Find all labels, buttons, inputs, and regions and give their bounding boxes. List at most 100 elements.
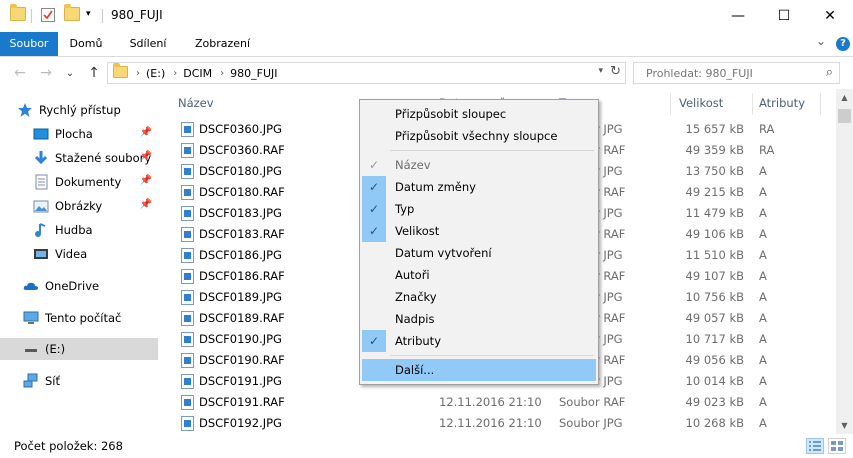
minimize-button[interactable]: — (715, 0, 761, 32)
properties-icon[interactable] (40, 7, 56, 23)
sidebar-item-label: Síť (45, 374, 61, 388)
file-size: 49 057 kB (685, 311, 744, 325)
file-size: 10 014 kB (685, 374, 744, 388)
file-attributes: A (759, 332, 767, 346)
menu-item-label: Přizpůsobit všechny sloupce (395, 129, 558, 143)
tab-file[interactable]: Soubor (0, 32, 58, 56)
file-attributes: A (759, 311, 767, 325)
pin-icon[interactable]: 📌 (140, 199, 152, 210)
sidebar-item-this-pc[interactable]: Tento počítač (0, 307, 158, 329)
address-bar[interactable]: › (E:) › DCIM › 980_FUJI ▾ ↻ (107, 62, 626, 84)
document-icon (33, 174, 49, 190)
search-icon[interactable]: ⌕ (826, 65, 833, 80)
address-dropdown-icon[interactable]: ▾ (598, 66, 603, 76)
column-header-size[interactable]: Velikost (679, 89, 723, 117)
checkmark-icon: ✓ (362, 176, 386, 198)
details-view-button[interactable] (806, 438, 824, 454)
menu-item-label: Další... (395, 363, 435, 377)
search-box[interactable]: ⌕ (633, 62, 840, 84)
download-icon (33, 150, 49, 166)
new-folder-icon[interactable] (64, 4, 80, 21)
column-divider[interactable] (670, 93, 671, 115)
menu-item[interactable]: Přizpůsobit všechny sloupce (362, 125, 596, 147)
back-button[interactable]: ← (10, 63, 30, 83)
navigation-pane: Rychlý přístup Plocha 📌 Stažené soubory … (0, 89, 160, 434)
search-input[interactable] (634, 63, 814, 83)
file-size: 49 107 kB (685, 269, 744, 283)
refresh-icon[interactable]: ↻ (610, 64, 621, 79)
up-button[interactable]: ↑ (84, 63, 104, 83)
sidebar-item-label: Obrázky (55, 199, 103, 213)
pin-icon[interactable]: 📌 (140, 151, 152, 162)
column-divider[interactable] (820, 93, 821, 115)
sidebar-item-onedrive[interactable]: OneDrive (0, 275, 158, 297)
column-header-name[interactable]: Název (178, 89, 214, 117)
sidebar-item-desktop[interactable]: Plocha 📌 (0, 123, 158, 145)
breadcrumb-current[interactable]: 980_FUJI (230, 67, 277, 80)
menu-item[interactable]: ✓ Typ (362, 198, 596, 220)
close-button[interactable]: ✕ (807, 0, 853, 32)
menu-item[interactable]: Další... (362, 359, 596, 381)
forward-button[interactable]: → (36, 63, 56, 83)
file-name: DSCF0192.JPG (199, 416, 282, 430)
file-attributes: A (759, 248, 767, 262)
menu-item[interactable]: Autoři (362, 264, 596, 286)
sidebar-item-drive-e[interactable]: (E:) (0, 338, 158, 360)
expand-ribbon-icon[interactable]: ⌄ (816, 34, 826, 48)
column-header-attributes[interactable]: Atributy (759, 89, 805, 117)
scroll-down-arrow[interactable]: ▼ (836, 417, 853, 434)
menu-item[interactable]: ✓ Datum změny (362, 176, 596, 198)
menu-item-label: Atributy (395, 334, 441, 348)
file-size: 49 023 kB (685, 395, 744, 409)
breadcrumb-dcim[interactable]: DCIM (183, 67, 212, 80)
scroll-thumb[interactable] (838, 109, 851, 123)
sidebar-item-documents[interactable]: Dokumenty 📌 (0, 171, 158, 193)
menu-item-label: Autoři (395, 268, 430, 282)
pictures-icon (33, 198, 49, 214)
breadcrumb-separator[interactable]: › (220, 68, 224, 79)
menu-item[interactable]: Značky (362, 286, 596, 308)
music-icon (33, 222, 49, 238)
file-attributes: RA (759, 143, 775, 157)
maximize-button[interactable]: ☐ (761, 0, 807, 32)
column-divider[interactable] (752, 93, 753, 115)
tab-share[interactable]: Sdílení (117, 32, 179, 56)
sidebar-item-videos[interactable]: Videa (0, 243, 158, 265)
recent-locations-button[interactable]: ⌄ (60, 63, 80, 83)
vertical-scrollbar[interactable]: ▲ ▼ (836, 89, 853, 434)
folder-icon (113, 62, 128, 81)
sidebar-item-network[interactable]: Síť (0, 370, 158, 392)
file-name: DSCF0191.RAF (199, 395, 285, 409)
customize-toolbar-icon[interactable]: ▾ (86, 9, 91, 19)
menu-item[interactable]: ✓ Velikost (362, 220, 596, 242)
breadcrumb-drive[interactable]: (E:) (146, 67, 165, 80)
breadcrumb-separator[interactable]: › (173, 68, 177, 79)
file-name: DSCF0360.RAF (199, 143, 285, 157)
title-divider (102, 9, 103, 23)
tab-home[interactable]: Domů (60, 32, 112, 56)
scroll-up-arrow[interactable]: ▲ (836, 89, 853, 106)
pin-icon[interactable]: 📌 (140, 127, 152, 138)
tab-view[interactable]: Zobrazení (185, 32, 260, 56)
menu-item[interactable]: Nadpis (362, 308, 596, 330)
image-file-icon (181, 143, 194, 158)
navigation-bar: ← → ⌄ ↑ › (E:) › DCIM › 980_FUJI ▾ ↻ ⌕ (0, 57, 853, 89)
checkmark-icon: ✓ (362, 220, 386, 242)
file-row[interactable]: DSCF0192.JPG 12.11.2016 21:10 Soubor JPG 10… (160, 413, 836, 434)
sidebar-item-music[interactable]: Hudba (0, 219, 158, 241)
breadcrumb-separator[interactable]: › (136, 68, 140, 79)
sidebar-item-pictures[interactable]: Obrázky 📌 (0, 195, 158, 217)
file-size: 49 106 kB (685, 227, 744, 241)
menu-item[interactable]: Datum vytvoření (362, 242, 596, 264)
file-row[interactable]: DSCF0191.RAF 12.11.2016 21:10 Soubor RAF 49… (160, 392, 836, 413)
large-icons-view-button[interactable] (828, 438, 846, 454)
sidebar-item-downloads[interactable]: Stažené soubory 📌 (0, 147, 158, 169)
file-name: DSCF0186.JPG (199, 248, 282, 262)
file-name: DSCF0189.JPG (199, 290, 282, 304)
image-file-icon (181, 290, 194, 305)
menu-item[interactable]: Přizpůsobit sloupec (362, 103, 596, 125)
menu-item[interactable]: ✓ Atributy (362, 330, 596, 352)
help-icon[interactable]: ? (836, 37, 850, 51)
pin-icon[interactable]: 📌 (140, 175, 152, 186)
sidebar-item-quick-access[interactable]: Rychlý přístup (0, 99, 158, 121)
